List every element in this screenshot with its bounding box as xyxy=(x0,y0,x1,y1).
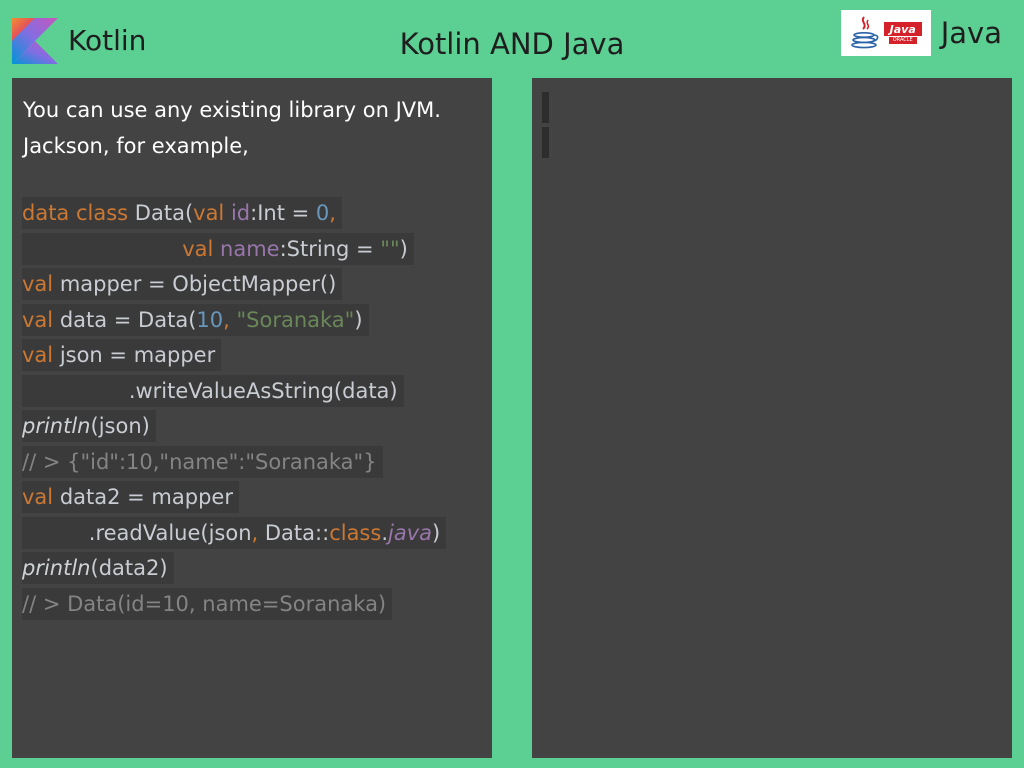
code-token: data = Data( xyxy=(59,307,197,332)
code-line-text: println(json) xyxy=(22,410,156,442)
code-line-text: // > Data(id=10, name=Soranaka) xyxy=(22,587,393,620)
code-line: // > {"id":10,"name":"Soranaka"} xyxy=(22,445,446,482)
code-token: , xyxy=(329,201,336,225)
code-token: val xyxy=(22,343,60,367)
code-token: , xyxy=(251,520,265,545)
code-line-text: val data2 = mapper xyxy=(22,481,239,513)
code-token: Data:: xyxy=(264,520,330,545)
code-line-text: .readValue(json, Data::class.java) xyxy=(22,516,447,549)
code-token: :Int = xyxy=(250,201,316,225)
code-token: :String = xyxy=(279,236,381,261)
code-line-text: // > {"id":10,"name":"Soranaka"} xyxy=(22,445,383,478)
code-token: "" xyxy=(380,236,400,261)
code-token: val xyxy=(22,307,60,332)
code-token: data class xyxy=(22,201,135,225)
code-line: .writeValueAsString(data) xyxy=(22,374,446,411)
code-line: println(json) xyxy=(22,410,446,446)
code-line: data class Data(val id:Int = 0, xyxy=(22,197,446,233)
code-token: (data2) xyxy=(90,556,168,580)
code-token: val xyxy=(22,272,60,296)
code-line: // > Data(id=10, name=Soranaka) xyxy=(22,587,446,624)
code-line-text: data class Data(val id:Int = 0, xyxy=(22,197,342,229)
kotlin-code-panel: You can use any existing library on JVM.… xyxy=(12,78,492,758)
code-line: .readValue(json, Data::class.java) xyxy=(22,516,447,553)
java-cup-icon xyxy=(850,16,879,49)
code-token: ) xyxy=(432,520,441,545)
code-line-text: .writeValueAsString(data) xyxy=(22,374,404,407)
intro-line: Jackson, for example, xyxy=(23,134,249,158)
code-token: java xyxy=(388,520,433,545)
intro-line: You can use any existing library on JVM. xyxy=(23,98,441,122)
java-badge: Java ORACLE xyxy=(883,22,922,44)
code-token: , xyxy=(223,307,237,332)
code-token: id xyxy=(230,201,251,225)
code-line: val mapper = ObjectMapper() xyxy=(22,268,446,304)
code-token: json = mapper xyxy=(59,343,216,367)
code-token: ) xyxy=(399,236,408,261)
text-caret xyxy=(542,92,549,123)
code-token: class xyxy=(329,520,382,545)
code-line: val data = Data(10, "Soranaka") xyxy=(22,303,446,340)
code-line-text: val name:String = "") xyxy=(22,232,414,265)
java-logo-icon: Java ORACLE xyxy=(840,10,931,56)
code-line: val name:String = "") xyxy=(22,232,446,269)
code-token: data2 = mapper xyxy=(59,485,233,509)
code-token: println xyxy=(22,414,91,438)
java-logo-text: Java xyxy=(883,22,922,36)
code-line-text: val mapper = ObjectMapper() xyxy=(22,268,343,300)
code-token: .writeValueAsString(data) xyxy=(128,378,398,403)
code-token: (json) xyxy=(90,414,150,438)
code-token: println xyxy=(22,556,91,580)
intro-text: You can use any existing library on JVM.… xyxy=(23,92,441,164)
code-line-text: val data = Data(10, "Soranaka") xyxy=(22,303,369,336)
code-token: // > {"id":10,"name":"Soranaka"} xyxy=(22,449,377,474)
code-line-text: println(data2) xyxy=(22,552,174,584)
code-line: val json = mapper xyxy=(22,339,446,375)
java-label: Java xyxy=(940,15,1002,50)
code-token: . xyxy=(381,520,389,545)
code-token: .readValue(json xyxy=(88,520,252,545)
kotlin-code-block: data class Data(val id:Int = 0, val name… xyxy=(22,197,447,624)
oracle-logo-text: ORACLE xyxy=(888,37,917,44)
code-line: val data2 = mapper xyxy=(22,481,446,517)
code-token: "Soranaka" xyxy=(236,307,355,332)
text-caret xyxy=(542,127,549,158)
code-token: mapper = ObjectMapper() xyxy=(59,272,337,296)
code-token: 0 xyxy=(315,201,330,225)
code-token: name xyxy=(220,236,280,261)
java-code-panel xyxy=(532,78,1012,758)
code-token: val xyxy=(193,201,231,225)
code-token: Data( xyxy=(134,201,194,225)
code-token: 10 xyxy=(196,307,224,332)
code-token: ) xyxy=(354,307,363,332)
java-header: Java ORACLE Java xyxy=(840,10,1002,56)
code-token: val xyxy=(22,485,60,509)
code-line: println(data2) xyxy=(22,552,446,588)
code-token: val xyxy=(182,236,221,261)
code-line-text: val json = mapper xyxy=(22,339,222,371)
code-token: // > Data(id=10, name=Soranaka) xyxy=(22,591,387,616)
